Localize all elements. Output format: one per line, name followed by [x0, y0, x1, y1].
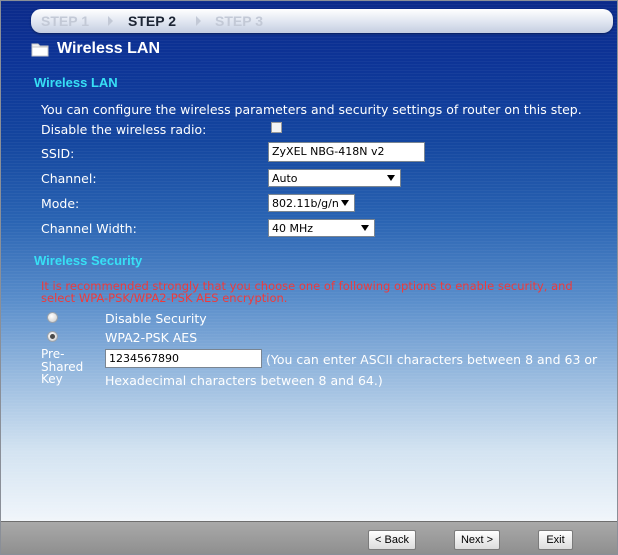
step-arrow-icon	[196, 16, 201, 26]
disable-radio-checkbox[interactable]	[271, 122, 282, 133]
step-progress-bar: STEP 1 STEP 2 STEP 3	[31, 9, 613, 33]
channel-width-select-value: 40 MHz	[272, 222, 314, 235]
radio-selected-dot	[50, 334, 55, 339]
psk-input[interactable]: 1234567890	[105, 349, 262, 368]
ssid-input[interactable]: ZyXEL NBG-418N v2	[268, 142, 425, 162]
option-disable-security-label: Disable Security	[105, 311, 207, 326]
step-arrow-icon	[108, 16, 113, 26]
exit-button[interactable]: Exit	[538, 530, 573, 550]
intro-text: You can configure the wireless parameter…	[41, 102, 582, 117]
psk-hint-line-1: (You can enter ASCII characters between …	[266, 352, 598, 367]
next-button[interactable]: Next >	[454, 530, 500, 550]
channel-label: Channel:	[41, 171, 97, 186]
chevron-down-icon	[341, 200, 349, 206]
channel-width-label: Channel Width:	[41, 221, 137, 236]
disable-radio-label: Disable the wireless radio:	[41, 122, 207, 137]
mode-select-value: 802.11b/g/n	[272, 197, 339, 210]
page-title: Wireless LAN	[57, 40, 160, 57]
psk-label-line: Pre-	[41, 347, 65, 361]
wireless-lan-section-title: Wireless LAN	[34, 75, 118, 90]
chevron-down-icon	[361, 225, 369, 231]
security-warning: It is recommended strongly that you choo…	[41, 280, 589, 304]
channel-select-value: Auto	[272, 172, 298, 185]
chevron-down-icon	[387, 175, 395, 181]
mode-select[interactable]: 802.11b/g/n	[268, 194, 355, 212]
step-1-label: STEP 1	[41, 13, 89, 29]
ssid-label: SSID:	[41, 146, 75, 161]
psk-hint-line-2: Hexadecimal characters between 8 and 64.…	[105, 373, 383, 388]
folder-icon	[31, 43, 49, 57]
step-3-label: STEP 3	[215, 13, 263, 29]
step-2-label: STEP 2	[128, 13, 176, 29]
mode-label: Mode:	[41, 196, 80, 211]
footer-bar: < Back Next > Exit	[1, 521, 617, 554]
psk-label: Pre- Shared Key	[41, 348, 83, 386]
page-title-row: Wireless LAN	[31, 39, 160, 59]
option-wpa2-label: WPA2-PSK AES	[105, 330, 198, 345]
channel-width-select[interactable]: 40 MHz	[268, 219, 375, 237]
wizard-frame: STEP 1 STEP 2 STEP 3 Wireless LAN Wirele…	[0, 0, 618, 555]
psk-label-line: Key	[41, 372, 63, 386]
radio-disable-security[interactable]	[47, 312, 58, 323]
radio-wpa2-psk-aes[interactable]	[47, 331, 58, 342]
wireless-security-section-title: Wireless Security	[34, 253, 143, 268]
security-warning-line: select WPA-PSK/WPA2-PSK AES encryption.	[41, 291, 288, 305]
channel-select[interactable]: Auto	[268, 169, 401, 187]
back-button[interactable]: < Back	[368, 530, 416, 550]
